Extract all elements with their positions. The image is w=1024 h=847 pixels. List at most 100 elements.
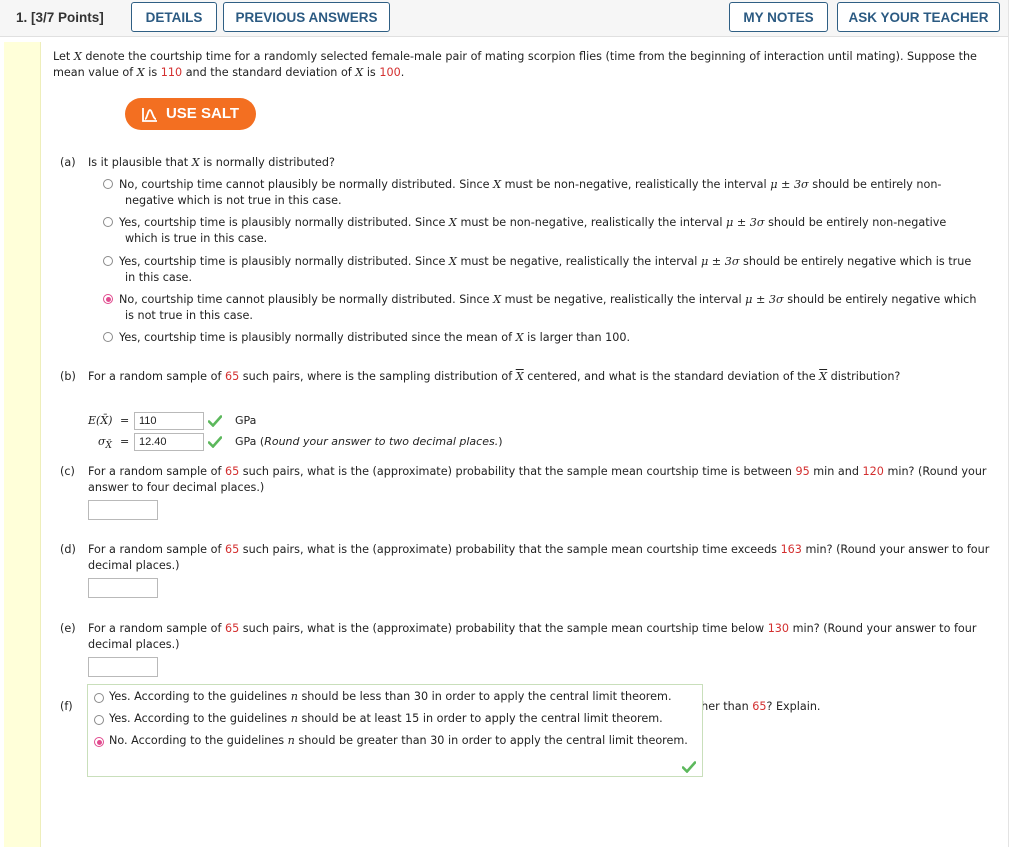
mu-interval: μ ± 3σ	[745, 293, 784, 306]
option-text: No, courtship time cannot plausibly be n…	[119, 178, 494, 191]
option-text: should be entirely negative which is tru…	[739, 255, 972, 268]
problem-intro: Let X denote the courtship time for a ra…	[53, 49, 998, 81]
option-text: should be greater than 30 in order to ap…	[294, 734, 688, 747]
mu-interval: μ ± 3σ	[726, 216, 765, 229]
sigma-label: σX̄	[98, 434, 112, 454]
question-text: such pairs, where is the sampling distri…	[239, 370, 516, 383]
my-notes-button[interactable]: MY NOTES	[729, 2, 828, 32]
lower-bound: 95	[795, 465, 810, 478]
var-x: X	[515, 331, 524, 344]
option-text: No, courtship time cannot plausibly be n…	[119, 293, 494, 306]
previous-answers-button[interactable]: PREVIOUS ANSWERS	[223, 2, 390, 32]
part-d-question: For a random sample of 65 such pairs, wh…	[88, 542, 998, 574]
question-text: ? Explain.	[766, 700, 821, 713]
part-a-option-4[interactable]: No, courtship time cannot plausibly be n…	[101, 292, 981, 324]
equals-sign: =	[120, 414, 130, 427]
details-button[interactable]: DETAILS	[131, 2, 217, 32]
option-text: Yes. According to the guidelines	[109, 712, 291, 725]
sample-size: 65	[224, 465, 240, 478]
part-label: (f)	[60, 700, 73, 713]
sigma-symbol: σ	[98, 435, 106, 448]
intro-text: is	[144, 66, 161, 79]
mean-value: 110	[160, 66, 183, 79]
option-text: should be entirely non-negative	[764, 216, 947, 229]
part-f-option-2[interactable]: Yes. According to the guidelines n shoul…	[92, 712, 663, 725]
x-bar: X	[819, 370, 828, 383]
part-a-option-3[interactable]: Yes, courtship time is plausibly normall…	[101, 254, 981, 286]
var-x: X	[493, 178, 502, 191]
radio-button[interactable]	[94, 693, 104, 703]
option-text: Yes, courtship time is plausibly normall…	[119, 255, 449, 268]
part-e-answer-input[interactable]	[88, 657, 158, 677]
question-text: distribution?	[827, 370, 901, 383]
option-text: is larger than 100.	[523, 331, 631, 344]
part-f-option-3[interactable]: No. According to the guidelines n should…	[92, 734, 688, 747]
threshold-value: 130	[767, 622, 790, 635]
option-text: must be non-negative, realistically the …	[456, 216, 727, 229]
question-text: centered, and what is the standard devia…	[523, 370, 820, 383]
sample-size: 65	[224, 543, 240, 556]
correct-check-icon	[207, 436, 223, 453]
expectation-input[interactable]: 110	[134, 412, 204, 430]
part-label: (e)	[60, 622, 76, 635]
question-header: 1. [3/7 Points] DETAILS PREVIOUS ANSWERS…	[0, 0, 1008, 37]
option-text: must be negative, realistically the inte…	[456, 255, 701, 268]
use-salt-label: USE SALT	[165, 105, 240, 122]
unit-label: GPa (	[235, 435, 265, 448]
part-label: (d)	[60, 543, 76, 556]
question-text: such pairs, what is the (approximate) pr…	[239, 622, 768, 635]
radio-button[interactable]	[103, 179, 113, 189]
expectation-symbol: E(X̄)	[88, 414, 113, 427]
correct-check-icon	[207, 415, 223, 432]
part-e-question: For a random sample of 65 such pairs, wh…	[88, 621, 998, 653]
sigma-unit-note: GPa (Round your answer to two decimal pl…	[235, 434, 503, 450]
option-text: should be entirely non-	[808, 178, 942, 191]
radio-button-selected[interactable]	[94, 737, 104, 747]
part-a-option-1[interactable]: No, courtship time cannot plausibly be n…	[101, 177, 981, 209]
radio-button[interactable]	[103, 217, 113, 227]
sample-size: 65	[224, 370, 240, 383]
equals-sign: =	[120, 435, 130, 448]
var-x: X	[136, 66, 145, 79]
intro-text: is	[363, 66, 380, 79]
var-x: X	[191, 156, 200, 169]
part-f-option-1[interactable]: Yes. According to the guidelines n shoul…	[92, 690, 672, 703]
option-text: Yes, courtship time is plausibly normall…	[119, 216, 449, 229]
sigma-subscript: X̄	[105, 441, 112, 452]
part-label: (a)	[60, 156, 76, 169]
option-text: No. According to the guidelines	[109, 734, 288, 747]
option-text: negative which is not true in this case.	[125, 194, 342, 207]
intro-text: .	[400, 66, 405, 79]
part-a-option-2[interactable]: Yes, courtship time is plausibly normall…	[101, 215, 981, 247]
var-x: X	[493, 293, 502, 306]
question-text: such pairs, what is the (approximate) pr…	[239, 465, 796, 478]
radio-button[interactable]	[94, 715, 104, 725]
option-text: in this case.	[125, 271, 192, 284]
var-n: n	[290, 712, 298, 725]
var-n: n	[290, 690, 298, 703]
radio-button-selected[interactable]	[103, 294, 113, 304]
option-text: which is true in this case.	[125, 232, 268, 245]
radio-button[interactable]	[103, 256, 113, 266]
ask-your-teacher-button[interactable]: ASK YOUR TEACHER	[837, 2, 1000, 32]
question-text: min and	[809, 465, 863, 478]
correct-check-icon	[681, 758, 697, 777]
part-a-option-5[interactable]: Yes, courtship time is plausibly normall…	[101, 330, 981, 346]
option-text: is not true in this case.	[125, 309, 253, 322]
option-text: should be entirely negative which	[783, 293, 977, 306]
var-x: X	[448, 216, 457, 229]
radio-button[interactable]	[103, 332, 113, 342]
mu-interval: μ ± 3σ	[770, 178, 809, 191]
question-text: For a random sample of	[88, 465, 225, 478]
question-points-label: 1. [3/7 Points]	[16, 10, 104, 25]
intro-text: and the standard deviation of	[182, 66, 356, 79]
option-text: must be non-negative, realistically the …	[501, 178, 771, 191]
var-x: X	[73, 50, 82, 63]
sigma-input[interactable]: 12.40	[134, 433, 204, 451]
mu-interval: μ ± 3σ	[700, 255, 740, 268]
intro-text: Let	[53, 50, 74, 63]
part-d-answer-input[interactable]	[88, 578, 158, 598]
use-salt-button[interactable]: USE SALT	[125, 98, 256, 130]
salt-chart-icon	[142, 107, 158, 122]
part-c-answer-input[interactable]	[88, 500, 158, 520]
